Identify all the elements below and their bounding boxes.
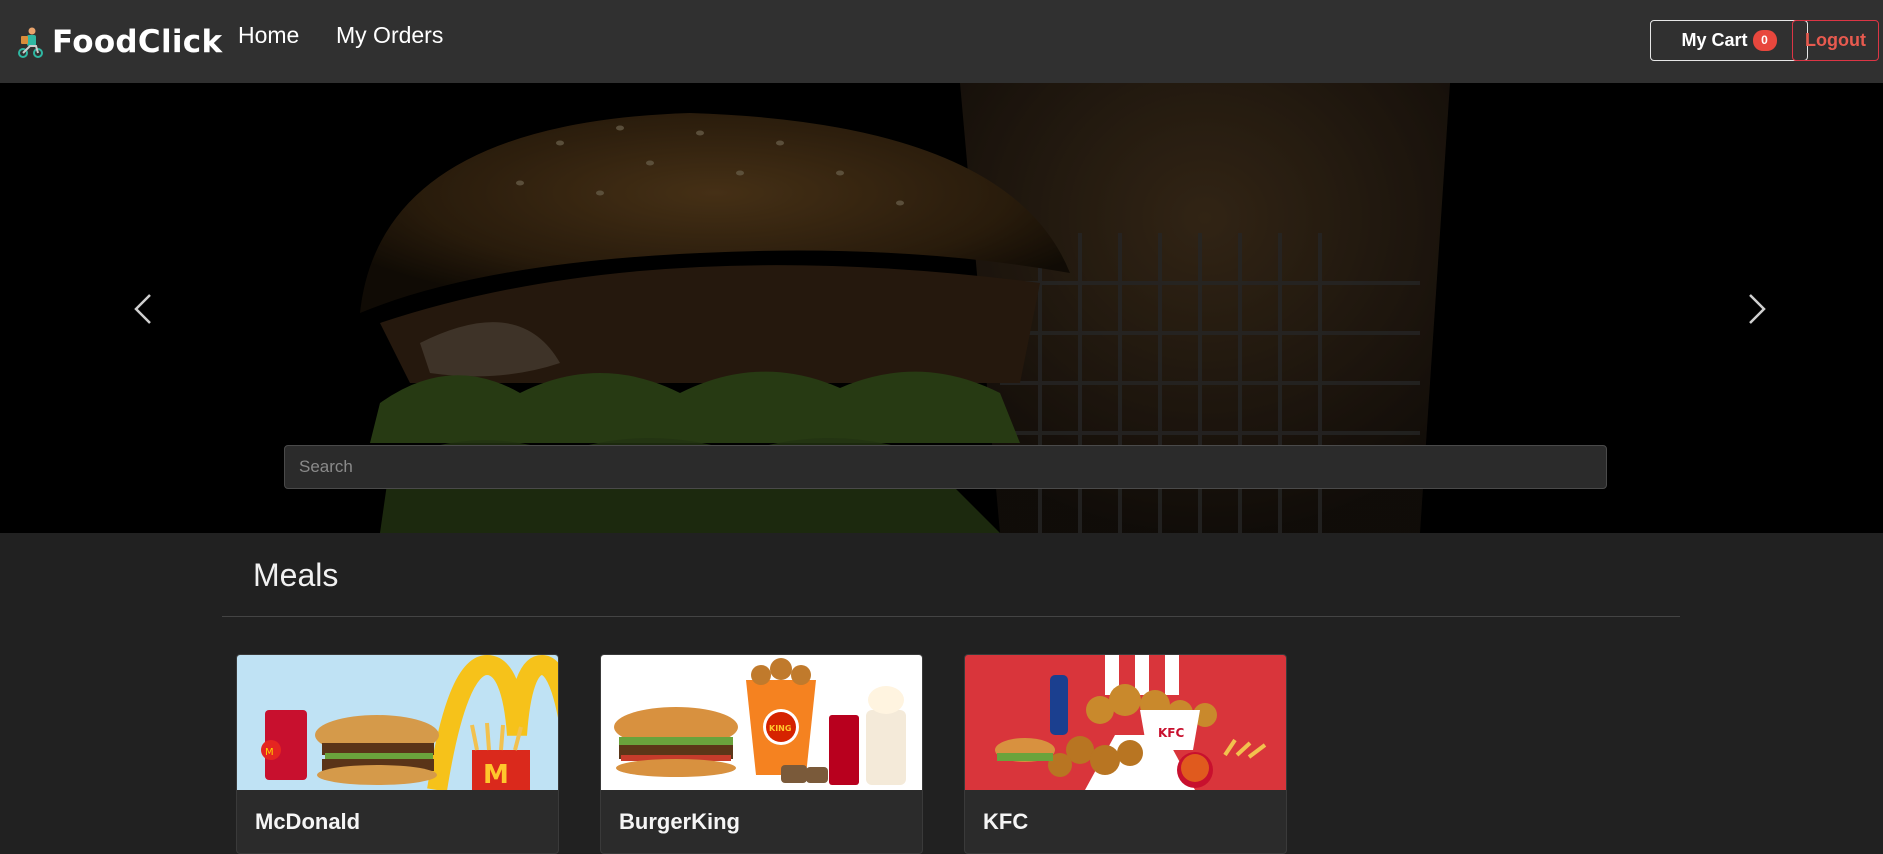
brand-name: FoodClick — [52, 24, 223, 60]
svg-text:M: M — [265, 747, 274, 758]
restaurant-name: KFC — [983, 809, 1029, 834]
restaurant-card-kfc[interactable]: KFC KFC — [964, 654, 1287, 854]
carousel-next-icon[interactable] — [1742, 289, 1772, 329]
restaurant-name: BurgerKing — [619, 809, 740, 834]
restaurant-card-burgerking[interactable]: KING BurgerKing — [600, 654, 923, 854]
nav-home-link[interactable]: Home — [238, 22, 299, 49]
svg-text:KFC: KFC — [1158, 726, 1184, 740]
svg-text:M: M — [483, 760, 509, 790]
navbar: FoodClick Home My Orders My Cart 0 Logou… — [0, 0, 1883, 83]
burgerking-image: KING — [601, 655, 922, 790]
meals-heading: Meals — [253, 557, 339, 593]
svg-text:KING: KING — [769, 724, 791, 733]
my-cart-button[interactable]: My Cart 0 — [1650, 20, 1808, 61]
delivery-rider-icon — [18, 27, 43, 58]
brand[interactable]: FoodClick — [16, 24, 222, 60]
section-divider — [222, 616, 1680, 617]
restaurant-card-mcdonald[interactable]: M M McDonald — [236, 654, 559, 854]
logout-button[interactable]: Logout — [1792, 20, 1879, 61]
search-input[interactable] — [284, 445, 1607, 489]
my-cart-label: My Cart — [1681, 30, 1748, 50]
hero-carousel — [0, 83, 1883, 533]
cart-count-badge: 0 — [1752, 30, 1777, 51]
kfc-image: KFC — [965, 655, 1286, 790]
nav-my-orders-link[interactable]: My Orders — [336, 22, 443, 49]
restaurant-name: McDonald — [255, 809, 361, 834]
mcdonald-image: M M — [237, 655, 558, 790]
carousel-prev-icon[interactable] — [128, 289, 158, 329]
